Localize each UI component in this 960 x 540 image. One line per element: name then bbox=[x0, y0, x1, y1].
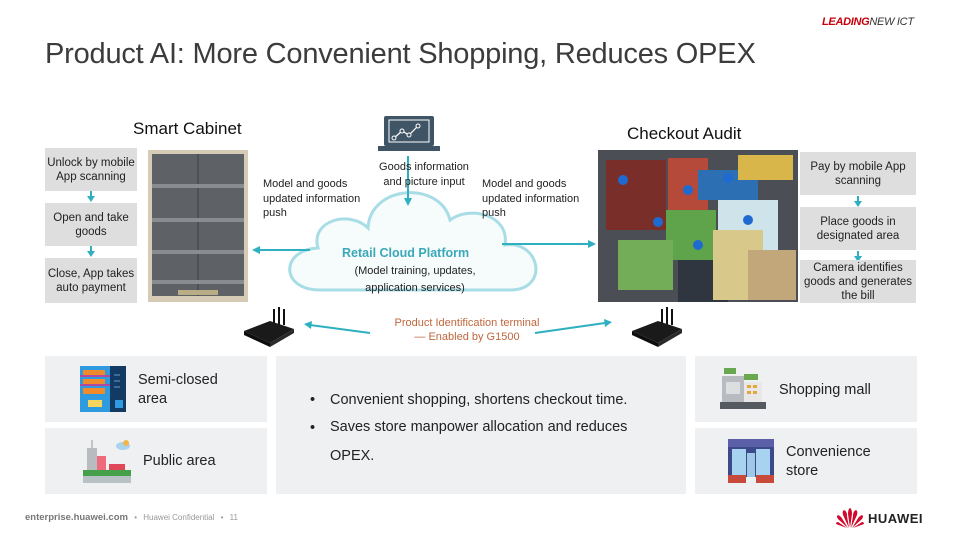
retail-cloud-subtitle: (Model training, updates, application se… bbox=[354, 265, 476, 294]
footer-confidential: Huawei Confidential bbox=[143, 513, 215, 522]
step-arrow-icon bbox=[87, 191, 95, 202]
benefit-item: • bbox=[310, 420, 316, 436]
step-arrow-icon bbox=[87, 246, 95, 257]
terminal-line2: — Enabled by G1500 bbox=[414, 331, 520, 343]
benefit-text: Saves store manpower allocation and redu… bbox=[330, 419, 628, 464]
smart-cabinet-title: Smart Cabinet bbox=[133, 119, 242, 138]
goods-input-label: Goods information and picture input bbox=[379, 161, 469, 188]
benefit-text: Convenient shopping, shortens checkout t… bbox=[330, 392, 628, 408]
g1500-terminal-left-icon bbox=[240, 305, 296, 352]
huawei-wordmark: HUAWEI bbox=[868, 510, 923, 526]
footer-site-link[interactable]: enterprise.huawei.com bbox=[25, 512, 128, 523]
step-label: Place goods in designated area bbox=[816, 215, 900, 242]
audit-step-camera: Camera identifies goods and generates th… bbox=[800, 260, 916, 303]
smart-cabinet-image bbox=[148, 150, 248, 302]
page-title: Product AI: More Convenient Shopping, Re… bbox=[45, 38, 756, 70]
retail-cloud-title: Retail Cloud Platform bbox=[342, 246, 470, 260]
checkout-audit-title: Checkout Audit bbox=[627, 124, 742, 143]
leading-new-ict-tagline: LEADINGNEW ICT bbox=[822, 16, 914, 28]
cabinet-step-close: Close, App takes auto payment bbox=[45, 258, 137, 303]
step-label: Pay by mobile App scanning bbox=[810, 160, 906, 187]
benefits-panel: • Convenient shopping, shortens checkout… bbox=[276, 356, 686, 494]
push-left-label: Model and goods updated information push bbox=[263, 178, 361, 219]
tagline-leading: LEADING bbox=[822, 16, 870, 28]
scenario-convenience-store: Convenience store bbox=[695, 428, 917, 494]
product-identification-terminal-label: Product Identification terminal — Enable… bbox=[372, 316, 562, 344]
scenario-semi-closed: Semi-closed area bbox=[45, 356, 267, 422]
huawei-petal-icon bbox=[836, 508, 864, 528]
step-label: Open and take goods bbox=[53, 211, 129, 238]
scenario-label: Shopping mall bbox=[779, 382, 871, 398]
step-label: Close, App takes auto payment bbox=[47, 267, 135, 294]
cabinet-step-unlock: Unlock by mobile App scanning bbox=[45, 148, 137, 191]
scenario-public-area: Public area bbox=[45, 428, 267, 494]
step-arrow-icon bbox=[854, 196, 862, 207]
audit-step-pay: Pay by mobile App scanning bbox=[800, 152, 916, 195]
huawei-logo: HUAWEI bbox=[836, 508, 923, 528]
step-label: Camera identifies goods and generates th… bbox=[803, 261, 913, 302]
footer-text: enterprise.huawei.com • Huawei Confident… bbox=[25, 512, 238, 523]
cash-register-icon bbox=[720, 366, 766, 417]
tagline-new-ict: NEW ICT bbox=[869, 16, 914, 28]
scenario-label: Public area bbox=[143, 453, 216, 469]
checkout-basket-image bbox=[598, 150, 798, 302]
cabinet-step-open: Open and take goods bbox=[45, 203, 137, 246]
page-number: 11 bbox=[229, 513, 238, 522]
push-right-label: Model and goods updated information push bbox=[482, 178, 580, 219]
benefit-item: • bbox=[310, 392, 316, 408]
audit-step-place: Place goods in designated area bbox=[800, 207, 916, 250]
g1500-terminal-right-icon bbox=[628, 305, 684, 352]
vending-machine-icon bbox=[80, 366, 126, 417]
scenario-label: Convenience store bbox=[786, 444, 871, 479]
scenario-label: Semi-closed area bbox=[138, 372, 218, 407]
terminal-line1: Product Identification terminal bbox=[394, 317, 540, 329]
step-label: Unlock by mobile App scanning bbox=[47, 156, 135, 183]
scenario-shopping-mall: Shopping mall bbox=[695, 356, 917, 422]
public-building-icon bbox=[83, 438, 131, 489]
storefront-icon bbox=[728, 439, 774, 490]
